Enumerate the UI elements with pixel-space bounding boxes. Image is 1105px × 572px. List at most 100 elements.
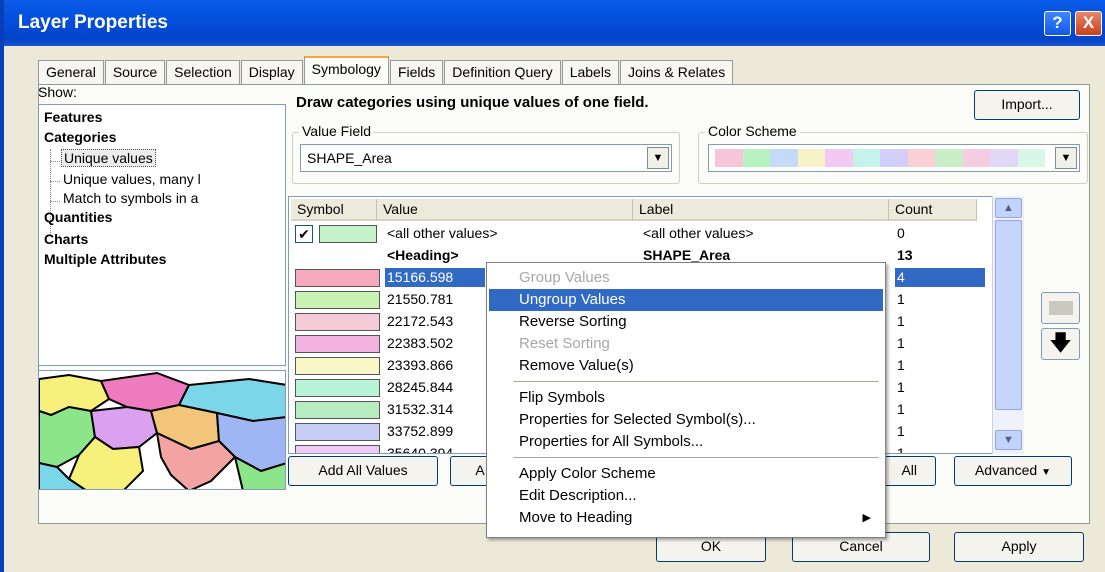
- symbol-swatch[interactable]: [319, 225, 377, 243]
- menu-separator: [513, 457, 879, 458]
- color-swatch: [852, 149, 880, 167]
- tab-display[interactable]: Display: [240, 60, 303, 84]
- count-cell: 1: [897, 379, 905, 395]
- advanced-button[interactable]: Advanced ▼: [954, 456, 1072, 486]
- count-cell: 4: [895, 268, 985, 287]
- dropdown-arrow-icon: ▼: [1041, 467, 1052, 478]
- menu-item-edit-description[interactable]: Edit Description...: [489, 485, 883, 507]
- color-swatch: [742, 149, 770, 167]
- value-cell: 15166.598: [385, 268, 485, 287]
- show-item-multiple-attributes[interactable]: Multiple Attributes: [44, 251, 166, 267]
- show-item-charts[interactable]: Charts: [44, 231, 88, 247]
- value-field-select[interactable]: SHAPE_Area ▼: [300, 144, 672, 172]
- renderer-description: Draw categories using unique values of o…: [296, 94, 649, 111]
- window-title: Layer Properties: [18, 12, 168, 33]
- symbol-swatch[interactable]: [295, 445, 380, 453]
- menu-item-flip-symbols[interactable]: Flip Symbols: [489, 387, 883, 409]
- count-cell: 1: [897, 445, 905, 454]
- column-header-symbol[interactable]: Symbol: [291, 199, 377, 221]
- value-field-value: SHAPE_Area: [307, 150, 392, 166]
- color-swatch: [1017, 149, 1045, 167]
- menu-item-label: Remove Value(s): [519, 357, 634, 374]
- symbol-swatch[interactable]: [295, 357, 380, 375]
- value-cell: 31532.314: [387, 401, 454, 417]
- count-cell: 1: [897, 357, 905, 373]
- value-cell: 35640.394: [387, 445, 454, 454]
- checkbox-icon[interactable]: ✔: [295, 225, 313, 243]
- tab-definition-query[interactable]: Definition Query: [444, 60, 561, 84]
- menu-item-ungroup-values[interactable]: Ungroup Values: [489, 289, 883, 311]
- column-header-label[interactable]: Label: [633, 199, 889, 221]
- move-up-icon: [1048, 301, 1073, 315]
- map-preview-image: [39, 371, 285, 489]
- menu-item-apply-color-scheme[interactable]: Apply Color Scheme: [489, 463, 883, 485]
- tab-strip: General Source Selection Display Symbolo…: [38, 56, 734, 84]
- chevron-down-icon[interactable]: ▼: [1055, 147, 1077, 169]
- count-cell: 0: [897, 225, 905, 241]
- symbol-swatch[interactable]: [295, 335, 380, 353]
- vertical-scrollbar[interactable]: ▲ ▼: [992, 196, 1024, 454]
- symbol-swatch[interactable]: [295, 423, 380, 441]
- context-menu: Group Values Ungroup Values Reverse Sortin…: [486, 262, 886, 538]
- count-cell: 13: [897, 247, 913, 263]
- count-cell: 1: [897, 313, 905, 329]
- tab-source[interactable]: Source: [104, 60, 166, 84]
- show-item-features[interactable]: Features: [44, 109, 102, 125]
- symbol-swatch[interactable]: [295, 291, 380, 309]
- color-swatch: [907, 149, 935, 167]
- color-scheme-select[interactable]: ▼: [708, 144, 1080, 172]
- tab-labels[interactable]: Labels: [561, 60, 619, 84]
- show-item-quantities[interactable]: Quantities: [44, 209, 112, 225]
- symbol-swatch[interactable]: [295, 401, 380, 419]
- menu-item-reverse-sorting[interactable]: Reverse Sorting: [489, 311, 883, 333]
- tab-symbology[interactable]: Symbology: [303, 56, 389, 84]
- value-cell: 22172.543: [387, 313, 454, 329]
- value-field-label: Value Field: [299, 123, 375, 139]
- label-cell: <all other values>: [643, 225, 754, 241]
- close-button[interactable]: X: [1075, 11, 1102, 36]
- menu-item-properties-for-all-symbols[interactable]: Properties for All Symbols...: [489, 431, 883, 453]
- apply-button[interactable]: Apply: [954, 532, 1084, 562]
- menu-item-group-values: Group Values: [489, 267, 883, 289]
- menu-item-label: Reset Sorting: [519, 335, 610, 352]
- show-item-unique-values[interactable]: Unique values: [61, 149, 156, 167]
- menu-item-properties-for-selected-symbol-s[interactable]: Properties for Selected Symbol(s)...: [489, 409, 883, 431]
- color-swatch: [962, 149, 990, 167]
- show-item-categories[interactable]: Categories: [44, 129, 116, 145]
- tab-general[interactable]: General: [38, 60, 104, 84]
- import-button[interactable]: Import...: [974, 90, 1080, 120]
- value-cell: 21550.781: [387, 291, 454, 307]
- symbol-swatch[interactable]: [295, 379, 380, 397]
- chevron-down-icon[interactable]: ▼: [647, 147, 669, 169]
- column-header-count[interactable]: Count: [889, 199, 977, 221]
- symbol-swatch[interactable]: [295, 313, 380, 331]
- move-up-button[interactable]: [1041, 292, 1080, 324]
- value-cell: 22383.502: [387, 335, 454, 351]
- menu-item-remove-value-s[interactable]: Remove Value(s): [489, 355, 883, 377]
- add-all-values-button[interactable]: Add All Values: [288, 456, 438, 486]
- menu-item-label: Reverse Sorting: [519, 313, 627, 330]
- count-cell: 1: [897, 423, 905, 439]
- color-swatch: [770, 149, 798, 167]
- show-item-match-to-symbols[interactable]: Match to symbols in a: [63, 190, 198, 206]
- menu-item-move-to-heading[interactable]: Move to Heading ▶: [489, 507, 883, 529]
- value-cell: 23393.866: [387, 357, 454, 373]
- table-row[interactable]: ✔ <all other values> <all other values> 0: [289, 223, 989, 245]
- tab-fields[interactable]: Fields: [389, 60, 444, 84]
- show-tree[interactable]: Features Categories Unique values Unique…: [38, 104, 286, 366]
- scroll-thumb[interactable]: [995, 220, 1022, 410]
- symbol-swatch[interactable]: [295, 269, 380, 287]
- title-bar: Layer Properties ? X: [4, 0, 1105, 46]
- move-down-button[interactable]: 🡇: [1041, 328, 1080, 360]
- scroll-up-icon[interactable]: ▲: [995, 198, 1022, 218]
- help-button[interactable]: ?: [1044, 11, 1071, 36]
- tab-selection[interactable]: Selection: [166, 60, 240, 84]
- color-ramp: [715, 149, 1045, 167]
- arrow-down-icon: 🡇: [1049, 330, 1072, 355]
- menu-item-label: Flip Symbols: [519, 389, 605, 406]
- tab-joins-relates[interactable]: Joins & Relates: [619, 60, 734, 84]
- column-header-value[interactable]: Value: [377, 199, 633, 221]
- show-item-unique-values-many[interactable]: Unique values, many l: [63, 171, 201, 187]
- scroll-down-icon[interactable]: ▼: [995, 430, 1022, 450]
- menu-item-label: Edit Description...: [519, 487, 637, 504]
